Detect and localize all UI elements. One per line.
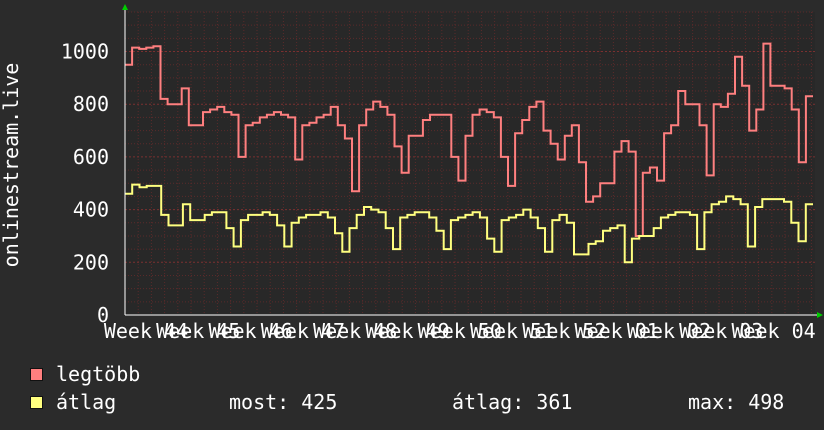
plot-area xyxy=(125,12,815,315)
stat-avg: átlag: 361 xyxy=(452,390,573,414)
y-tick-label: 800 xyxy=(73,92,109,116)
legend-item-avg: átlag xyxy=(30,390,116,414)
stat-now: most: 425 xyxy=(229,390,338,414)
y-tick-label: 600 xyxy=(73,145,109,169)
x-tick-label: Week 04 xyxy=(731,319,815,343)
x-axis-arrow xyxy=(817,312,823,318)
legend-swatch-max xyxy=(30,367,43,381)
legend-item-max: legtöbb xyxy=(30,362,140,386)
stat-max: max: 498 xyxy=(688,390,785,414)
y-axis-label: onlinestream.live xyxy=(0,63,23,268)
legend-swatch-avg xyxy=(30,395,43,409)
legend-label-max: legtöbb xyxy=(56,362,141,386)
y-tick-label: 400 xyxy=(73,198,109,222)
y-tick-label: 200 xyxy=(73,250,109,274)
y-tick-label: 1000 xyxy=(61,40,109,64)
y-axis-arrow xyxy=(122,4,128,10)
legend-label-avg: átlag xyxy=(56,390,117,414)
